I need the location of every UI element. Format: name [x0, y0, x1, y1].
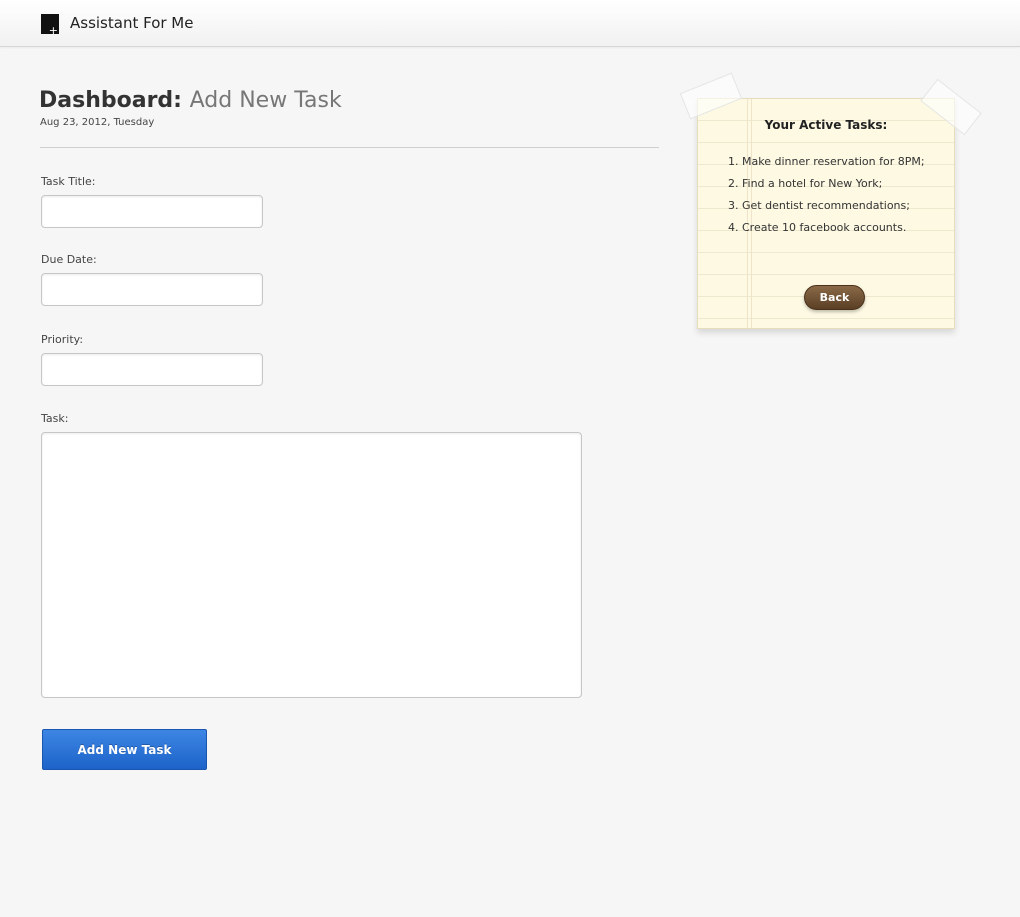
active-tasks-title: Your Active Tasks: — [764, 118, 888, 132]
due-date-input[interactable] — [41, 273, 263, 306]
top-navigation-bar: Assistant For Me — [0, 0, 1020, 47]
page-title-subsection: Add New Task — [189, 88, 342, 113]
page-title-section: Dashboard: — [39, 88, 182, 113]
add-new-task-button[interactable]: Add New Task — [42, 729, 207, 770]
task-title-input[interactable] — [41, 195, 263, 228]
active-tasks-note: Your Active Tasks: 1. Make dinner reserv… — [697, 98, 955, 329]
title-divider — [40, 147, 659, 148]
task-title-label: Task Title: — [41, 175, 96, 188]
task-label: Task: — [41, 412, 69, 425]
list-item: 3. Get dentist recommendations; — [728, 199, 910, 212]
active-tasks-list: 1. Make dinner reservation for 8PM; 2. F… — [728, 154, 925, 242]
back-button[interactable]: Back — [804, 285, 865, 310]
list-item: 1. Make dinner reservation for 8PM; — [728, 155, 925, 168]
priority-label: Priority: — [41, 333, 84, 346]
plus-box-icon[interactable] — [41, 14, 59, 37]
list-item: 4. Create 10 facebook accounts. — [728, 221, 907, 234]
page-title: Dashboard: Add New Task — [39, 88, 342, 113]
list-item: 2. Find a hotel for New York; — [728, 177, 883, 190]
current-date: Aug 23, 2012, Tuesday — [40, 117, 155, 128]
priority-input[interactable] — [41, 353, 263, 386]
due-date-label: Due Date: — [41, 253, 97, 266]
task-textarea[interactable] — [41, 432, 582, 698]
brand-name[interactable]: Assistant For Me — [70, 14, 193, 32]
